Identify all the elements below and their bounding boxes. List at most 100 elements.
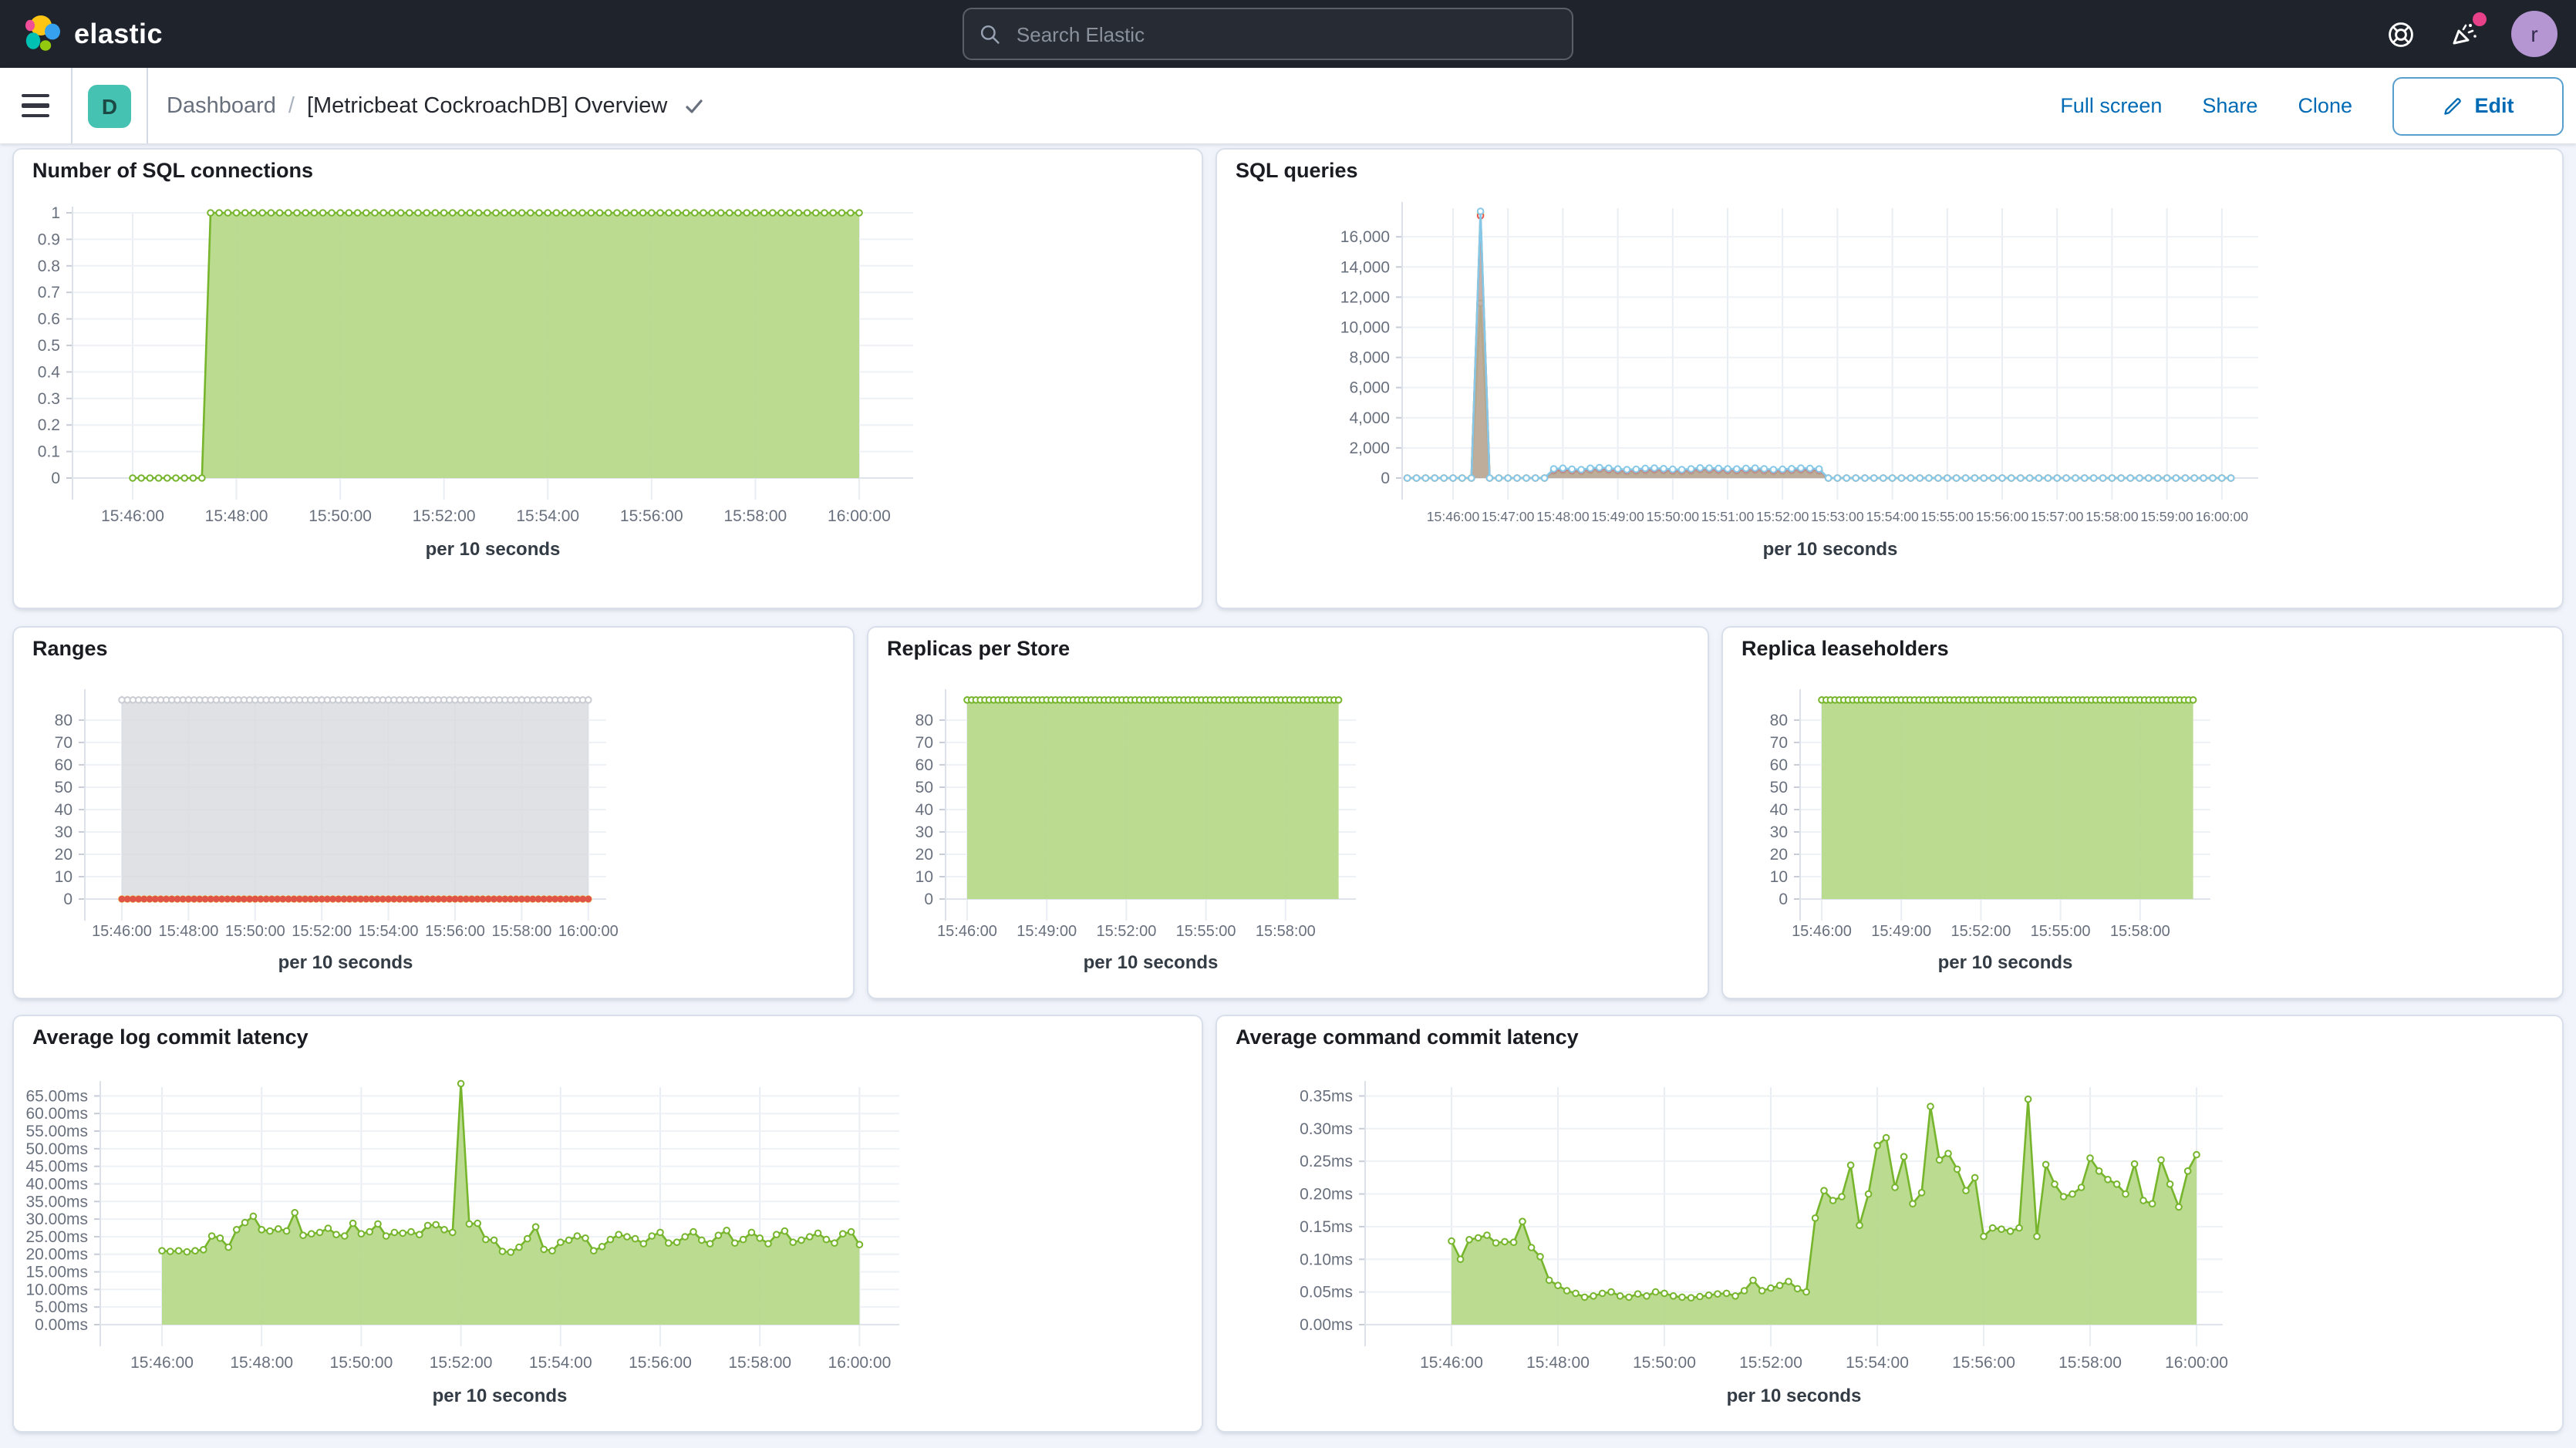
search-input[interactable] (1013, 21, 1556, 47)
svg-text:15:58:00: 15:58:00 (1256, 923, 1316, 940)
svg-text:per 10 seconds: per 10 seconds (1727, 1386, 1862, 1406)
user-avatar[interactable]: r (2511, 11, 2557, 57)
svg-text:20: 20 (55, 846, 72, 864)
svg-text:16,000: 16,000 (1340, 228, 1390, 246)
svg-text:16:00:00: 16:00:00 (2196, 509, 2249, 524)
svg-text:15:58:00: 15:58:00 (728, 1354, 791, 1372)
help-button[interactable] (2382, 15, 2419, 52)
svg-text:15:59:00: 15:59:00 (2140, 509, 2193, 524)
svg-text:30.00ms: 30.00ms (25, 1211, 88, 1228)
svg-text:50: 50 (915, 779, 933, 796)
global-search[interactable] (963, 8, 1573, 60)
svg-text:70: 70 (915, 734, 933, 752)
panel-sql-queries: SQL queries 02,0004,0006,0008,00010,0001… (1216, 148, 2564, 609)
svg-text:15:50:00: 15:50:00 (225, 923, 285, 940)
svg-text:0.05ms: 0.05ms (1300, 1284, 1353, 1302)
top-navbar: elastic (0, 0, 2576, 68)
svg-text:55.00ms: 55.00ms (25, 1123, 88, 1140)
svg-text:15:48:00: 15:48:00 (230, 1354, 293, 1372)
svg-text:15:52:00: 15:52:00 (430, 1354, 493, 1372)
svg-text:40.00ms: 40.00ms (25, 1175, 88, 1193)
svg-text:15:52:00: 15:52:00 (413, 507, 476, 525)
svg-text:6,000: 6,000 (1349, 379, 1390, 397)
svg-text:80: 80 (915, 712, 933, 729)
svg-text:70: 70 (55, 734, 72, 752)
svg-text:per 10 seconds: per 10 seconds (426, 539, 561, 560)
check-icon (683, 95, 704, 116)
svg-text:15:47:00: 15:47:00 (1482, 509, 1535, 524)
svg-text:80: 80 (55, 712, 72, 729)
svg-text:0.8: 0.8 (38, 258, 60, 275)
space-badge[interactable]: D (88, 84, 131, 127)
kibana-dashboard: elastic (0, 0, 2576, 1448)
svg-text:per 10 seconds: per 10 seconds (1763, 539, 1898, 560)
search-icon (979, 22, 1001, 45)
svg-text:15:54:00: 15:54:00 (1866, 509, 1919, 524)
replica-leaseholders-chart: 0102030405060708015:46:0015:49:0015:52:0… (1723, 628, 2565, 1001)
svg-text:30: 30 (55, 823, 72, 841)
svg-text:16:00:00: 16:00:00 (558, 923, 619, 940)
svg-text:0.00ms: 0.00ms (35, 1316, 88, 1334)
svg-text:15:52:00: 15:52:00 (1739, 1354, 1802, 1372)
svg-text:10.00ms: 10.00ms (25, 1281, 88, 1298)
svg-text:0.25ms: 0.25ms (1300, 1153, 1353, 1170)
svg-text:15:56:00: 15:56:00 (629, 1354, 692, 1372)
full-screen-button[interactable]: Full screen (2060, 94, 2162, 117)
svg-text:per 10 seconds: per 10 seconds (1084, 952, 1219, 973)
svg-text:15:50:00: 15:50:00 (1633, 1354, 1696, 1372)
svg-text:60: 60 (915, 756, 933, 774)
svg-text:60: 60 (1770, 756, 1788, 774)
svg-text:15:55:00: 15:55:00 (1921, 509, 1974, 524)
svg-text:20: 20 (915, 846, 933, 864)
svg-text:60.00ms: 60.00ms (25, 1105, 88, 1123)
svg-text:0.30ms: 0.30ms (1300, 1120, 1353, 1138)
clone-button[interactable]: Clone (2298, 94, 2352, 117)
avg-command-commit-latency-chart: 0.00ms0.05ms0.10ms0.15ms0.20ms0.25ms0.30… (1217, 1016, 2565, 1434)
brand-text: elastic (74, 18, 163, 50)
svg-text:15:52:00: 15:52:00 (1756, 509, 1809, 524)
breadcrumb-separator: / (288, 93, 295, 118)
main-menu-button[interactable] (0, 68, 71, 143)
svg-text:15:49:00: 15:49:00 (1017, 923, 1077, 940)
elastic-brand[interactable]: elastic (0, 14, 299, 54)
edit-label: Edit (2475, 94, 2514, 117)
svg-text:15:55:00: 15:55:00 (2031, 923, 2091, 940)
title-menu-button[interactable] (683, 95, 704, 116)
svg-text:10,000: 10,000 (1340, 318, 1390, 336)
svg-text:0: 0 (1779, 891, 1788, 908)
svg-text:15:56:00: 15:56:00 (620, 507, 683, 525)
svg-text:40: 40 (1770, 801, 1788, 819)
edit-button[interactable]: Edit (2392, 76, 2564, 135)
svg-text:4,000: 4,000 (1349, 409, 1390, 427)
share-button[interactable]: Share (2202, 94, 2257, 117)
svg-text:15:54:00: 15:54:00 (529, 1354, 592, 1372)
svg-text:15:46:00: 15:46:00 (1420, 1354, 1483, 1372)
news-button[interactable] (2446, 15, 2483, 52)
svg-text:15:50:00: 15:50:00 (330, 1354, 393, 1372)
toolbar-divider (71, 68, 72, 143)
svg-text:15:52:00: 15:52:00 (292, 923, 352, 940)
svg-text:0.9: 0.9 (38, 231, 60, 248)
svg-text:15:46:00: 15:46:00 (1427, 509, 1480, 524)
svg-text:15:52:00: 15:52:00 (1951, 923, 2011, 940)
svg-text:15:48:00: 15:48:00 (205, 507, 268, 525)
sql-queries-chart: 02,0004,0006,0008,00010,00012,00014,0001… (1217, 150, 2565, 611)
svg-text:50: 50 (1770, 779, 1788, 796)
panel-replica-leaseholders: Replica leaseholders 0102030405060708015… (1721, 626, 2564, 999)
breadcrumb-dashboard-link[interactable]: Dashboard (167, 93, 276, 118)
notification-badge (2473, 12, 2487, 26)
svg-text:15:46:00: 15:46:00 (130, 1354, 194, 1372)
pencil-icon (2443, 95, 2464, 116)
svg-text:10: 10 (55, 868, 72, 886)
svg-text:8,000: 8,000 (1349, 349, 1390, 367)
svg-text:per 10 seconds: per 10 seconds (433, 1386, 568, 1406)
svg-text:15:50:00: 15:50:00 (309, 507, 372, 525)
svg-text:0.20ms: 0.20ms (1300, 1186, 1353, 1204)
dashboard-toolbar: D Dashboard / [Metricbeat CockroachDB] O… (0, 68, 2576, 143)
svg-text:35.00ms: 35.00ms (25, 1193, 88, 1211)
svg-text:15:56:00: 15:56:00 (425, 923, 485, 940)
svg-text:50.00ms: 50.00ms (25, 1140, 88, 1158)
svg-text:0.15ms: 0.15ms (1300, 1218, 1353, 1236)
breadcrumb: Dashboard / [Metricbeat CockroachDB] Ove… (148, 93, 704, 118)
avg-log-commit-latency-chart: 0.00ms5.00ms10.00ms15.00ms20.00ms25.00ms… (14, 1016, 1205, 1434)
